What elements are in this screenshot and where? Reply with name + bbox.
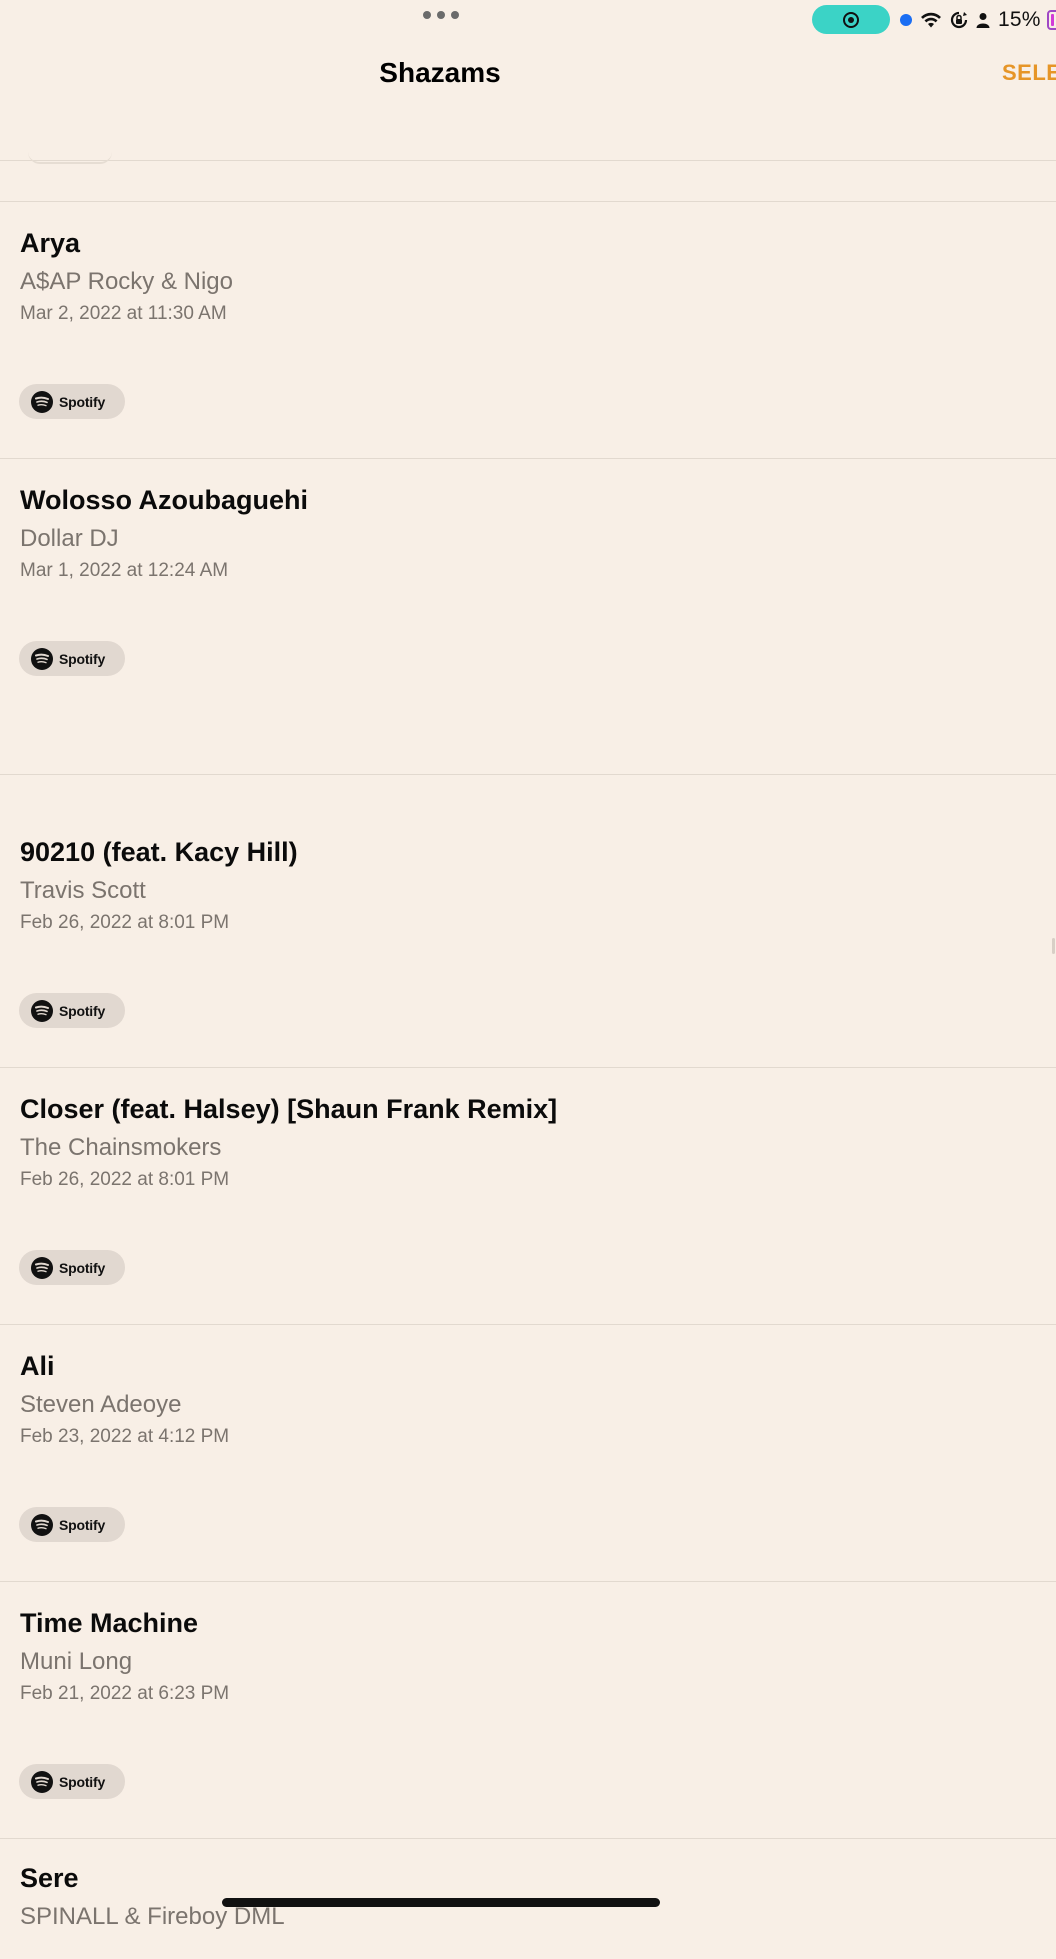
person-icon [976,12,990,28]
spotify-label: Spotify [59,1516,106,1533]
spotify-icon [31,647,53,670]
list-item[interactable]: Closer (feat. Halsey) [Shaun Frank Remix… [0,1068,1056,1324]
list-item[interactable]: Time Machine Muni Long Feb 21, 2022 at 6… [0,1582,1056,1838]
spotify-icon [31,390,53,413]
song-date: Mar 2, 2022 at 11:30 AM [20,303,227,324]
song-artist: Travis Scott [20,877,146,904]
wifi-icon [920,11,942,29]
page-title: Shazams [379,57,501,88]
song-artist: Steven Adeoye [20,1391,182,1418]
spotify-icon [31,1770,53,1793]
song-date: Mar 1, 2022 at 12:24 AM [20,560,229,581]
shazam-list: Arya A$AP Rocky & Nigo Mar 2, 2022 at 11… [0,201,1056,1959]
song-artist: Dollar DJ [20,525,119,552]
spotify-icon [31,1256,53,1279]
battery-percent: 15% [998,8,1041,31]
orientation-lock-icon [950,11,968,29]
scroll-indicator[interactable] [1052,938,1055,954]
song-date: Feb 23, 2022 at 4:12 PM [20,1426,230,1447]
list-item[interactable]: Arya A$AP Rocky & Nigo Mar 2, 2022 at 11… [0,202,1056,458]
open-in-spotify-button[interactable]: Spotify [19,1764,125,1799]
song-title: Ali [20,1351,55,1381]
home-indicator[interactable] [222,1898,660,1907]
spotify-label: Spotify [59,393,106,410]
spotify-label: Spotify [59,1259,106,1276]
song-date: Feb 26, 2022 at 8:01 PM [20,912,230,933]
song-artist: Muni Long [20,1648,133,1675]
location-dot-icon [900,14,912,26]
song-title: 90210 (feat. Kacy Hill) [20,837,298,867]
multitasking-dots[interactable] [423,11,459,19]
song-artist: The Chainsmokers [20,1134,222,1161]
song-date: Feb 26, 2022 at 8:01 PM [20,1169,230,1190]
song-artist: A$AP Rocky & Nigo [20,268,233,295]
status-icons: 15% [900,6,1056,34]
record-icon [843,11,859,28]
open-in-spotify-button[interactable]: Spotify [19,384,125,419]
status-bar: 15% [0,0,1056,40]
battery-icon [1046,10,1056,30]
spotify-icon [31,1513,53,1536]
song-title: Wolosso Azoubaguehi [20,485,308,515]
open-in-spotify-button[interactable]: Spotify [19,641,125,676]
list-item[interactable]: 90210 (feat. Kacy Hill) Travis Scott Feb… [0,811,1056,1067]
song-artist: SPINALL & Fireboy DML [20,1903,285,1930]
spotify-icon [31,999,53,1022]
list-item[interactable]: Wolosso Azoubaguehi Dollar DJ Mar 1, 202… [0,459,1056,774]
song-title: Sere [20,1863,79,1893]
spotify-label: Spotify [59,1002,106,1019]
screen-recording-indicator[interactable] [812,5,890,34]
navigation-bar: Shazams SELE [0,40,1056,164]
open-in-spotify-button[interactable]: Spotify [19,1507,125,1542]
spotify-label: Spotify [59,650,106,667]
song-title: Closer (feat. Halsey) [Shaun Frank Remix… [20,1094,558,1124]
song-date: Feb 21, 2022 at 6:23 PM [20,1683,230,1704]
song-title: Time Machine [20,1608,199,1638]
partial-spotify-button[interactable] [28,150,112,164]
song-title: Arya [20,228,81,258]
spotify-label: Spotify [59,1773,106,1790]
list-item[interactable]: Ali Steven Adeoye Feb 23, 2022 at 4:12 P… [0,1325,1056,1581]
open-in-spotify-button[interactable]: Spotify [19,993,125,1028]
select-button[interactable]: SELE [1002,60,1056,86]
open-in-spotify-button[interactable]: Spotify [19,1250,125,1285]
